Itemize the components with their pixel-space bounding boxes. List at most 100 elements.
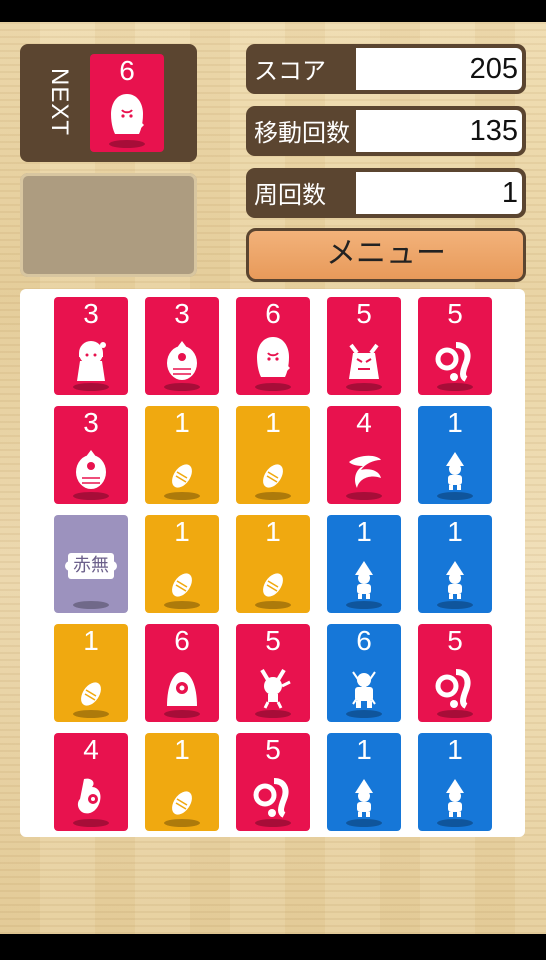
board-card[interactable]: 1 [418,406,492,504]
board-card[interactable]: 3 [145,297,219,395]
hooded-villager-icon [355,779,373,817]
board-card[interactable]: 5 [418,624,492,722]
card-shadow [346,819,382,827]
card-value: 3 [174,298,190,329]
board-card[interactable]: 1 [145,515,219,613]
card-shadow [109,140,145,148]
board-card[interactable]: 1 [145,733,219,831]
card-value: 1 [174,734,190,765]
imp-icon [260,668,291,709]
score-label: スコア [254,57,326,85]
coin-icon [81,682,101,706]
board-card[interactable]: 1 [327,515,401,613]
fish-yokai-icon [167,341,197,380]
board-card[interactable]: 4 [327,406,401,504]
board-card[interactable]: 1 [418,733,492,831]
card-shadow [346,383,382,391]
menu-button[interactable]: メニュー [246,228,526,282]
card-value: 4 [83,734,99,765]
board-card[interactable]: 1 [418,515,492,613]
card-value: 5 [265,734,281,765]
board-card[interactable]: 3 [54,406,128,504]
moves-label: 移動回数 [254,119,350,147]
card-shadow [73,601,109,609]
card-shadow [437,819,473,827]
hooded-villager-icon [446,561,464,599]
board-card[interactable]: 4 [54,733,128,831]
card-shadow [437,710,473,718]
tentacle-yokai-icon [253,778,289,818]
card-shadow [255,601,291,609]
scroll-text: 赤無 [73,555,109,576]
board-card[interactable]: 5 [236,624,310,722]
card-value: 5 [447,625,463,656]
card-shadow [346,601,382,609]
hooded-villager-icon [446,779,464,817]
board-card[interactable]: 3 [54,297,128,395]
moves-value-box: 135 [356,110,522,152]
long-hair-ghost-icon [257,337,290,377]
card-shadow [255,383,291,391]
moves-value: 135 [469,115,518,147]
dragon-icon [349,455,381,488]
board-card[interactable]: 1 [236,406,310,504]
card-shadow [255,710,291,718]
next-card: 6 [90,54,164,152]
card-value: 6 [356,625,372,656]
card-shadow [164,710,200,718]
fish-yokai-icon [76,450,106,489]
tentacle-yokai-icon [435,669,471,709]
coin-icon [172,464,192,488]
card-value: 1 [356,734,372,765]
board-card[interactable]: 1 [145,406,219,504]
next-label: NEXT [46,68,73,137]
game-background: NEXT 6 スコア 205 移動回数 135 周回数 1 メニュー 3 3 6… [0,22,546,934]
score-value-box: 205 [356,48,522,90]
coin-icon [263,464,283,488]
card-value: 1 [265,407,281,438]
card-shadow [255,819,291,827]
hooded-villager-icon [355,561,373,599]
laps-row: 周回数 1 [246,168,526,218]
hooded-villager-icon [446,452,464,490]
board-card[interactable]: 5 [327,297,401,395]
board-card[interactable]: 6 [145,624,219,722]
one-eyed-monster-icon [167,672,197,706]
card-value: 1 [447,734,463,765]
hold-slot[interactable] [20,173,197,277]
card-value: 5 [265,625,281,656]
coin-icon [263,573,283,597]
board-card[interactable]: 6 [236,297,310,395]
card-shadow [346,492,382,500]
long-hair-ghost-icon [111,94,144,134]
girl-yokai-icon [77,341,106,381]
card-shadow [73,492,109,500]
card-value: 1 [174,516,190,547]
card-value: 5 [356,298,372,329]
card-value: 5 [447,298,463,329]
board-card[interactable]: 5 [418,297,492,395]
card-shadow [255,492,291,500]
card-shadow [437,492,473,500]
oni-icon [349,343,379,379]
bottom-bar [0,934,546,960]
board-card[interactable]: 1 [327,733,401,831]
card-value: 1 [265,516,281,547]
board-card[interactable]: 赤無 [54,515,128,613]
board-card[interactable]: 5 [236,733,310,831]
card-shadow [164,492,200,500]
board-card[interactable]: 6 [327,624,401,722]
board-card[interactable]: 1 [236,515,310,613]
card-value: 1 [447,516,463,547]
card-shadow [73,710,109,718]
next-card-value: 6 [119,55,135,86]
card-value: 6 [265,298,281,329]
card-shadow [437,601,473,609]
next-panel: NEXT 6 [20,44,197,162]
card-shadow [164,383,200,391]
card-shadow [346,710,382,718]
board-card[interactable]: 1 [54,624,128,722]
game-board: 3 3 6 5 5 3 1 1 4 1 赤無 1 1 1 1 1 6 5 6 5 4 1 5 1 1 [20,289,525,837]
card-shadow [437,383,473,391]
card-value: 1 [447,407,463,438]
